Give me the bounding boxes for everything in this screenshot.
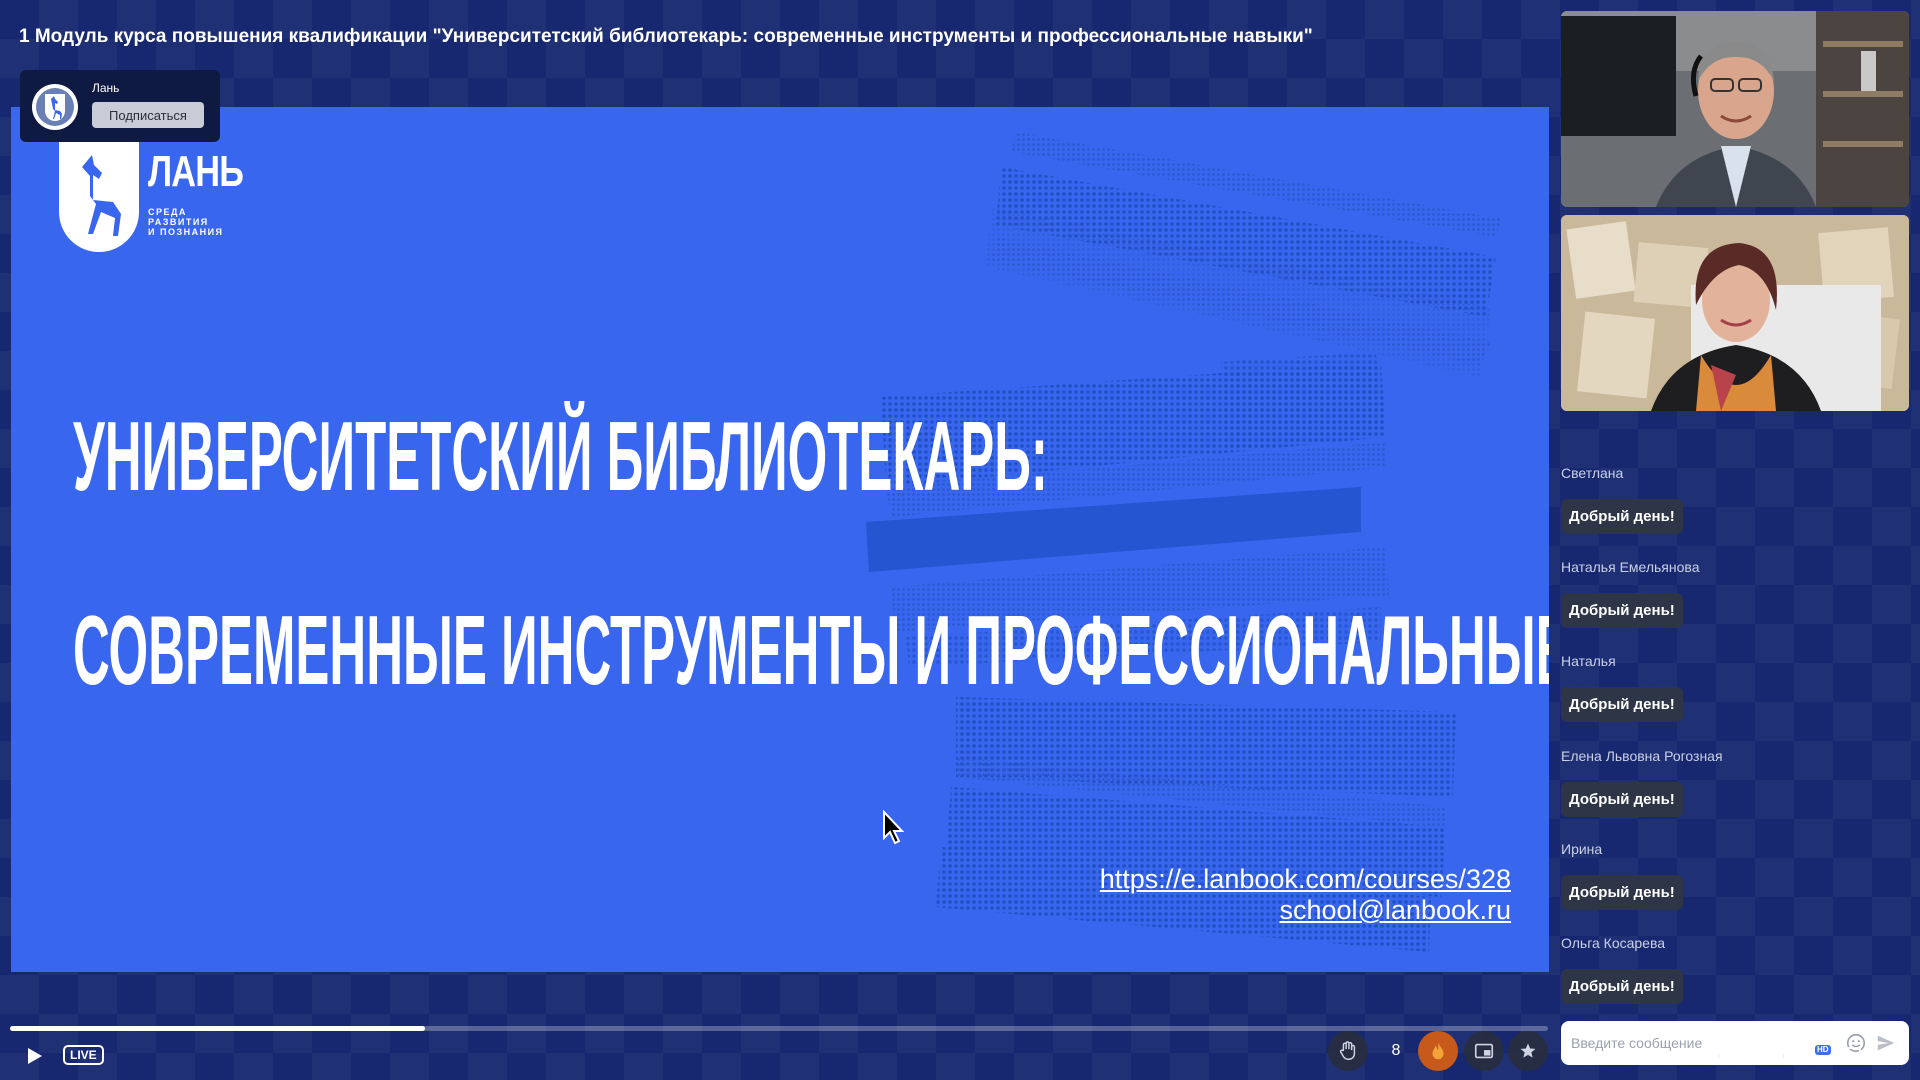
viewer-count: 8 xyxy=(1391,1042,1401,1059)
raise-hand-button[interactable] xyxy=(1328,1031,1368,1071)
chat-message-text: Добрый день! xyxy=(1561,499,1683,534)
exit-fullscreen-icon[interactable] xyxy=(1878,1043,1902,1067)
favorite-button[interactable] xyxy=(1508,1031,1548,1071)
mouse-cursor-icon xyxy=(883,810,905,845)
logo-wordmark: ЛАНЬ xyxy=(148,147,244,196)
slide-title: УНИВЕРСИТЕТСКИЙ БИБЛИОТЕКАРЬ: СОВРЕМЕННЫ… xyxy=(73,407,1549,699)
picture-in-picture-icon xyxy=(1474,1043,1494,1059)
volume-icon[interactable] xyxy=(1685,1043,1709,1067)
chat-message: Ольга Косарева Добрый день! xyxy=(1561,935,1683,1004)
chat-message-text: Добрый день! xyxy=(1561,687,1683,722)
channel-avatar[interactable] xyxy=(32,84,78,130)
chat-message: Ирина Добрый день! xyxy=(1561,841,1683,910)
speaker-video-frame xyxy=(1561,11,1909,207)
slide-title-line2: СОВРЕМЕННЫЕ ИНСТРУМЕНТЫ И ПРОФЕССИОНАЛЬН… xyxy=(73,595,1549,705)
speaker-video-female[interactable] xyxy=(1561,215,1909,411)
hand-icon xyxy=(1339,1041,1356,1060)
chat-author: Светлана xyxy=(1561,465,1624,481)
slide-title-line1: УНИВЕРСИТЕТСКИЙ БИБЛИОТЕКАРЬ: xyxy=(73,401,1048,511)
channel-name[interactable]: Лань xyxy=(92,81,119,95)
chat-message: Светлана Добрый день! xyxy=(1561,465,1683,534)
speaker-video-male[interactable] xyxy=(1561,11,1909,207)
fire-reaction-button[interactable] xyxy=(1418,1031,1458,1071)
volume-slider-fill xyxy=(1718,1054,1784,1058)
chat-author: Ирина xyxy=(1561,841,1603,857)
play-icon[interactable] xyxy=(22,1044,46,1068)
chat-message: Наталья Емельянова Добрый день! xyxy=(1561,559,1699,628)
chat-author: Наталья Емельянова xyxy=(1561,559,1700,575)
chat-message-text: Добрый день! xyxy=(1561,593,1683,628)
lan-avatar-icon xyxy=(36,88,74,126)
fire-icon xyxy=(1432,1041,1444,1060)
chat-panel: Светлана Добрый день! Наталья Емельянова… xyxy=(1561,418,1909,1018)
volume-slider[interactable] xyxy=(1718,1054,1784,1058)
quality-badge: HD xyxy=(1815,1045,1831,1055)
chat-message-text: Добрый день! xyxy=(1561,875,1683,910)
speaker-video-frame xyxy=(1561,215,1909,411)
subscribe-button[interactable]: Подписаться xyxy=(92,102,204,128)
picture-in-picture-button[interactable] xyxy=(1464,1031,1504,1071)
chat-message: Наталья Добрый день! xyxy=(1561,653,1683,722)
chat-author: Наталья xyxy=(1561,653,1616,669)
progress-bar-fill xyxy=(10,1026,426,1031)
chat-author: Елена Львовна Рогозная xyxy=(1561,748,1723,764)
miniplayer-icon[interactable] xyxy=(1839,1043,1863,1067)
presentation-slide: ЛАНЬ СРЕДА РАЗВИТИЯ И ПОЗНАНИЯ УНИВЕРСИТ… xyxy=(11,107,1549,972)
star-icon xyxy=(1520,1043,1536,1058)
live-badge: LIVE xyxy=(63,1045,104,1065)
stream-title: 1 Модуль курса повышения квалификации "У… xyxy=(19,26,1313,47)
chat-message: Елена Львовна Рогозная Добрый день! xyxy=(1561,748,1723,817)
course-link: https://e.lanbook.com/courses/328 xyxy=(1099,864,1511,894)
chat-message-text: Добрый день! xyxy=(1561,782,1683,817)
chat-author: Ольга Косарева xyxy=(1561,935,1666,951)
chat-message-text: Добрый день! xyxy=(1561,969,1683,1004)
progress-bar[interactable] xyxy=(10,1026,1548,1031)
email-link: school@lanbook.ru xyxy=(1279,895,1511,925)
channel-card: Лань Подписаться xyxy=(20,70,220,142)
logo-tagline: СРЕДА РАЗВИТИЯ И ПОЗНАНИЯ xyxy=(148,207,224,237)
